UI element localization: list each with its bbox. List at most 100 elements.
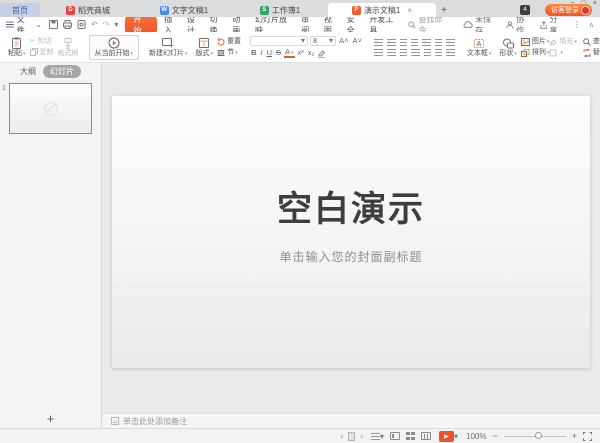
notes-toggle-icon[interactable]: ▾ [371, 432, 384, 441]
next-slide-icon[interactable]: › [360, 432, 363, 441]
section-button[interactable]: 节 [217, 49, 241, 57]
subscript-button[interactable]: x₂ [307, 49, 316, 57]
replace-button[interactable]: 替换 [583, 49, 600, 57]
new-tab-button[interactable]: + [436, 3, 452, 17]
prev-slide-icon[interactable]: ‹ [341, 432, 344, 441]
find-label: 查找 [593, 38, 600, 45]
reading-view-icon[interactable] [421, 432, 431, 440]
italic-button[interactable]: I [259, 49, 263, 57]
current-slide-icon[interactable] [348, 432, 355, 441]
picture-icon [521, 38, 530, 46]
strikethrough-button[interactable]: S [275, 49, 282, 57]
more-menu-icon[interactable]: ⋮ [573, 20, 581, 29]
notes-bar[interactable]: 单击此处添加备注 [102, 413, 600, 428]
new-slide-icon [162, 38, 174, 49]
text-direction-icon[interactable] [422, 39, 431, 46]
decrease-indent-icon[interactable] [400, 39, 407, 46]
slide-subtitle-placeholder[interactable]: 单击输入您的封面副标题 [279, 248, 422, 265]
font-color-button[interactable]: A [284, 48, 295, 58]
increase-font-icon[interactable]: A˄ [338, 37, 349, 45]
wps-presentation-window: 首页 D 稻壳商城 W 文字文稿1 S 工作簿1 P 演示文稿1 × + − □… [0, 0, 600, 443]
redo-icon[interactable]: ↷ [103, 20, 110, 29]
save-icon[interactable] [49, 20, 58, 29]
writer-icon: W [160, 6, 169, 15]
slides-tab-active[interactable]: 幻灯片 [43, 65, 81, 78]
tab-docer-mall[interactable]: D 稻壳商城 [40, 3, 136, 17]
underline-button[interactable]: U [266, 49, 273, 57]
close-tab-icon[interactable]: × [407, 6, 412, 15]
fill-label: 填充 [559, 38, 577, 45]
reset-section-group: 重置 节 [217, 38, 241, 57]
font-size-select[interactable]: 8▾ [310, 36, 336, 46]
zoom-in-button[interactable]: + [572, 431, 577, 441]
picture-button[interactable]: 图片 [521, 38, 550, 46]
find-button[interactable]: 查找 [583, 38, 600, 46]
slide-canvas[interactable]: 空白演示 单击输入您的封面副标题 [102, 63, 600, 413]
cut-button[interactable]: ✂ 剪切 [30, 38, 54, 45]
arrange-button[interactable]: 排列 [521, 49, 550, 57]
align-left-icon[interactable] [374, 49, 383, 56]
guest-login-button[interactable]: 访客登录 [545, 4, 592, 16]
text-tools-icon[interactable] [446, 49, 455, 56]
play-from-current-button[interactable]: 从当前开始 [89, 35, 140, 60]
view-switcher: ▾ [371, 432, 431, 441]
numbered-list-icon[interactable] [387, 39, 396, 46]
textbox-icon: A [473, 38, 485, 49]
copy-button[interactable]: 复制 [30, 48, 54, 56]
font-name-select[interactable]: ▾ [250, 36, 308, 46]
align-right-icon[interactable] [400, 49, 407, 56]
slide-thumbnail-selected[interactable] [9, 83, 92, 134]
undo-icon[interactable]: ↶ [91, 20, 98, 29]
collapse-ribbon-icon[interactable]: ∧ [589, 21, 594, 29]
highlight-icon[interactable] [317, 49, 326, 58]
outline-tab[interactable]: 大纲 [20, 66, 36, 77]
reset-icon [217, 38, 225, 46]
add-slide-button[interactable]: + [0, 408, 101, 428]
format-painter-label: 格式刷 [58, 50, 79, 57]
zoom-out-button[interactable]: − [492, 431, 497, 441]
docer-icon: D [66, 6, 75, 15]
task-count-badge[interactable]: 4 [520, 5, 530, 15]
print-icon[interactable] [63, 20, 72, 29]
fill-button[interactable]: 填充 [549, 38, 577, 46]
fit-slide-icon[interactable] [583, 432, 592, 441]
superscript-button[interactable]: x² [297, 49, 305, 57]
zoom-level[interactable]: 100% [466, 432, 486, 441]
layout-label: 版式 [196, 50, 214, 57]
layout-button[interactable]: 版式 [192, 38, 218, 57]
slide[interactable]: 空白演示 单击输入您的封面副标题 [112, 96, 590, 368]
shapes-button[interactable]: 形状 [495, 38, 521, 57]
decrease-font-icon[interactable]: A˅ [351, 37, 362, 45]
slide-title[interactable]: 空白演示 [277, 181, 425, 232]
justify-icon[interactable] [411, 49, 420, 56]
new-slide-button[interactable]: 新建幻灯片 [145, 38, 192, 57]
close-window-button[interactable]: × [593, 0, 597, 7]
columns-icon[interactable] [435, 39, 442, 46]
new-slide-label: 新建幻灯片 [149, 50, 188, 57]
increase-indent-icon[interactable] [411, 39, 418, 46]
normal-view-icon[interactable] [390, 432, 400, 440]
paste-button[interactable]: 粘贴 [4, 37, 30, 57]
play-slideshow-button[interactable]: ▶ [439, 431, 454, 442]
slide-sorter-view-icon[interactable] [406, 432, 415, 440]
distribute-icon[interactable] [424, 49, 431, 56]
tab-presentation-active[interactable]: P 演示文稿1 × [328, 3, 436, 17]
bold-button[interactable]: B [250, 49, 257, 57]
align-center-icon[interactable] [387, 49, 396, 56]
play-options-icon[interactable]: ▾ [454, 432, 458, 441]
zoom-slider[interactable] [504, 436, 566, 437]
format-painter-button[interactable]: 格式刷 [54, 38, 83, 57]
zoom-slider-handle[interactable] [535, 432, 542, 439]
reset-button[interactable]: 重置 [217, 38, 241, 46]
shape-outline-button[interactable] [549, 49, 577, 57]
user-avatar [581, 6, 590, 15]
textbox-button[interactable]: A 文本框 [463, 38, 496, 57]
tab-spreadsheet[interactable]: S 工作簿1 [232, 3, 328, 17]
vertical-align-icon[interactable] [435, 49, 442, 56]
tab-writer-doc[interactable]: W 文字文稿1 [136, 3, 232, 17]
preview-icon[interactable] [77, 20, 86, 29]
bullet-list-icon[interactable] [374, 39, 383, 46]
tab-home[interactable]: 首页 [0, 3, 40, 17]
line-spacing-icon[interactable] [446, 39, 455, 46]
qat-more-icon[interactable]: ▾ [114, 20, 118, 29]
